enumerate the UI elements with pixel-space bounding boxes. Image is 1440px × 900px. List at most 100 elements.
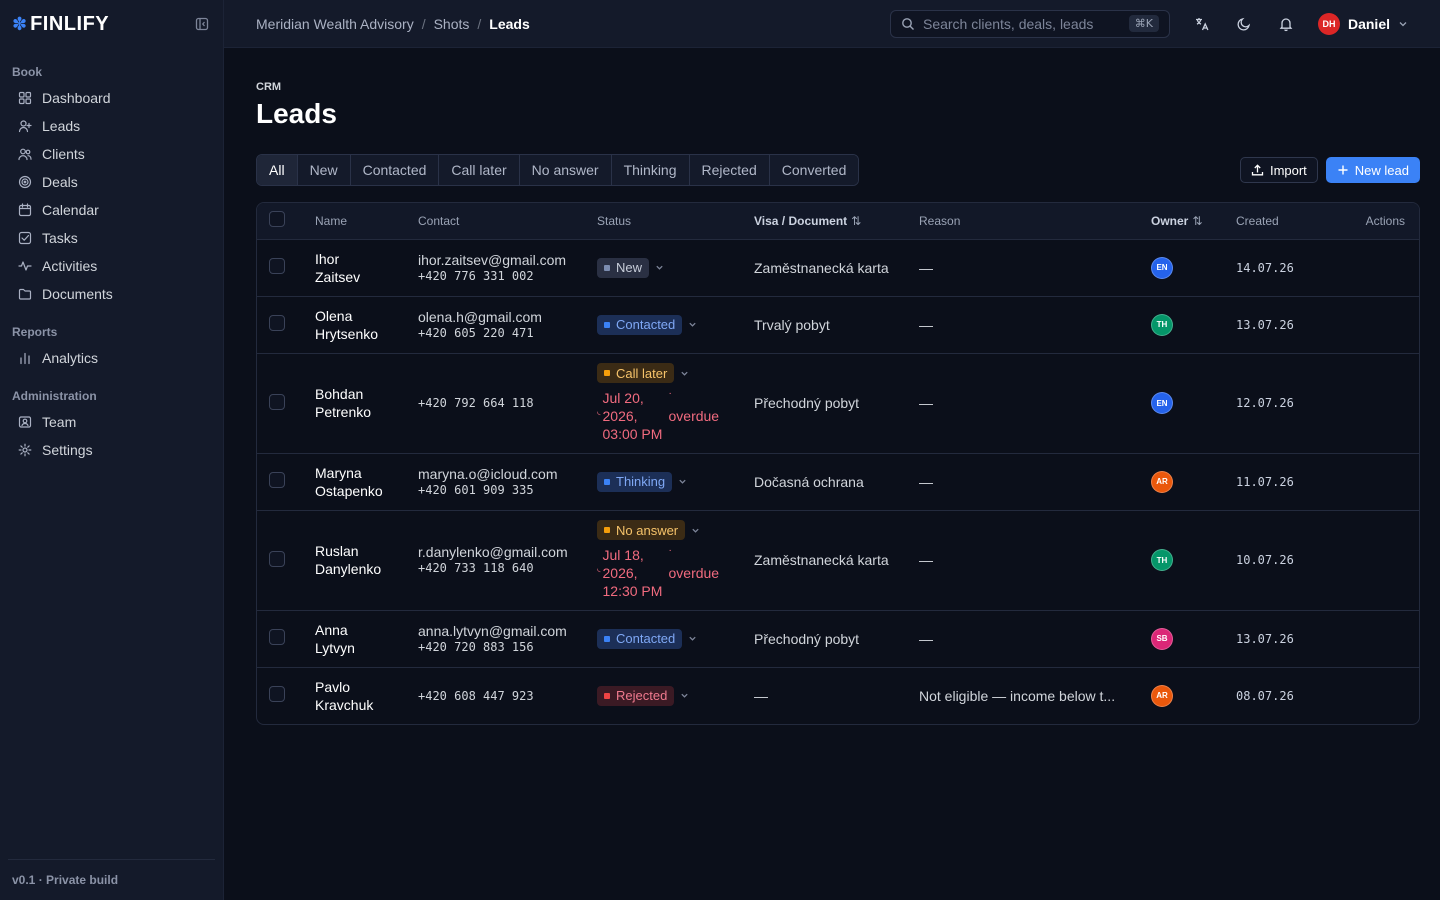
row-checkbox[interactable]: [269, 315, 285, 331]
status-dropdown[interactable]: Call later: [597, 363, 738, 383]
status-label: Rejected: [616, 688, 668, 704]
sidebar-item-label: Calendar: [42, 202, 99, 218]
status-dropdown[interactable]: Thinking: [597, 471, 738, 492]
sort-icon: ⇅: [1192, 213, 1203, 228]
status-dot: [604, 370, 610, 376]
global-search[interactable]: ⌘K: [889, 9, 1170, 38]
contact-phone[interactable]: +420 605 220 471: [418, 325, 581, 341]
user-menu[interactable]: DH Daniel: [1317, 12, 1408, 35]
table-row[interactable]: Ihor Zaitsev ihor.zaitsev@gmail.com +420 7…: [257, 239, 1419, 297]
moon-icon[interactable]: [1234, 14, 1254, 34]
status-dropdown[interactable]: Rejected: [597, 685, 738, 706]
status-dropdown[interactable]: New: [597, 257, 738, 278]
lead-last-name: Petrenko: [315, 404, 372, 420]
sidebar-item-clients[interactable]: Clients: [0, 140, 223, 168]
lead-name[interactable]: Bohdan Petrenko: [315, 385, 402, 421]
sidebar-item-settings[interactable]: Settings: [0, 436, 223, 464]
select-all-checkbox[interactable]: [269, 211, 285, 228]
contact-phone[interactable]: +420 776 331 002: [418, 268, 581, 284]
tab-call-later[interactable]: Call later: [439, 155, 520, 185]
sidebar-item-team[interactable]: Team: [0, 408, 223, 436]
table-row[interactable]: Olena Hrytsenko olena.h@gmail.com +420 605…: [257, 296, 1419, 354]
sidebar-item-calendar[interactable]: Calendar: [0, 196, 223, 224]
created-date: 08.07.26: [1236, 688, 1294, 703]
brand-logo[interactable]: ✽ FINLIFY: [12, 13, 109, 36]
lead-name[interactable]: Ruslan Danylenko: [315, 542, 402, 578]
contact-email[interactable]: maryna.o@icloud.com: [418, 466, 581, 482]
contact-phone[interactable]: +420 792 664 118: [418, 395, 581, 411]
status-dropdown[interactable]: Contacted: [597, 628, 738, 649]
contact-phone[interactable]: +420 601 909 335: [418, 482, 581, 498]
owner-avatar[interactable]: AR: [1151, 470, 1173, 493]
tab-thinking[interactable]: Thinking: [611, 155, 690, 185]
leads-toolbar: All New Contacted Call later No answer Thinki…: [256, 154, 1420, 186]
sidebar-item-dashboard[interactable]: Dashboard: [0, 84, 223, 112]
follow-up-due: ◟ Jul 20, 2026, 03:00 PM · overdue: [597, 389, 738, 443]
table-row[interactable]: Ruslan Danylenko r.danylenko@gmail.com +42…: [257, 510, 1419, 611]
users-icon: [18, 148, 32, 161]
translate-icon[interactable]: [1192, 14, 1212, 34]
sidebar-item-deals[interactable]: Deals: [0, 168, 223, 196]
tab-no-answer[interactable]: No answer: [519, 155, 612, 185]
lead-name[interactable]: Anna Lytvyn: [315, 621, 402, 657]
row-checkbox[interactable]: [269, 686, 285, 703]
contact-phone[interactable]: +420 608 447 923: [418, 688, 581, 704]
contact-email[interactable]: olena.h@gmail.com: [418, 309, 581, 325]
search-input[interactable]: [922, 15, 1121, 32]
lead-name[interactable]: Olena Hrytsenko: [315, 307, 402, 343]
lead-name[interactable]: Maryna Ostapenko: [315, 464, 402, 500]
tab-converted[interactable]: Converted: [769, 155, 859, 185]
owner-avatar[interactable]: TH: [1151, 549, 1173, 571]
status-badge: Contacted: [597, 314, 683, 335]
owner-avatar[interactable]: EN: [1151, 256, 1173, 279]
owner-avatar[interactable]: TH: [1151, 313, 1173, 336]
bell-icon[interactable]: [1276, 14, 1296, 34]
row-checkbox[interactable]: [269, 629, 285, 645]
tab-contacted[interactable]: Contacted: [350, 155, 440, 185]
sidebar-item-documents[interactable]: Documents: [0, 280, 223, 308]
import-button[interactable]: Import: [1239, 157, 1318, 183]
contact-phone[interactable]: +420 720 883 156: [418, 639, 581, 655]
row-checkbox[interactable]: [269, 550, 285, 567]
table-row[interactable]: Maryna Ostapenko maryna.o@icloud.com +420 …: [257, 453, 1419, 511]
table-row[interactable]: Anna Lytvyn anna.lytvyn@gmail.com +420 720…: [257, 610, 1419, 668]
contact-email[interactable]: r.danylenko@gmail.com: [418, 544, 581, 560]
column-visa-sort[interactable]: Visa / Document ⇅: [746, 203, 911, 240]
sidebar-item-analytics[interactable]: Analytics: [0, 344, 223, 372]
tab-new[interactable]: New: [297, 155, 351, 185]
status-dropdown[interactable]: Contacted: [597, 314, 738, 335]
contact-email[interactable]: ihor.zaitsev@gmail.com: [418, 252, 581, 268]
status-dropdown[interactable]: No answer: [597, 520, 738, 540]
created-date: 13.07.26: [1228, 296, 1323, 354]
status-filter-tabs: All New Contacted Call later No answer Thinki…: [256, 154, 860, 186]
table-row[interactable]: Pavlo Kravchuk +420 608 447 923 Rejected …: [257, 667, 1419, 724]
sidebar-item-label: Clients: [42, 146, 85, 162]
sidebar-item-leads[interactable]: Leads: [0, 112, 223, 140]
tab-all[interactable]: All: [257, 155, 298, 185]
breadcrumb-shots[interactable]: Shots: [434, 16, 470, 32]
status-label: Contacted: [616, 631, 676, 646]
lead-name[interactable]: Pavlo Kravchuk: [315, 678, 402, 714]
owner-avatar[interactable]: SB: [1151, 627, 1173, 650]
column-owner-sort[interactable]: Owner ⇅: [1143, 203, 1228, 240]
new-lead-button[interactable]: New lead: [1325, 157, 1420, 183]
table-row[interactable]: Bohdan Petrenko +420 792 664 118 Call lat…: [257, 353, 1419, 454]
row-checkbox[interactable]: [269, 258, 285, 274]
owner-avatar[interactable]: EN: [1151, 392, 1173, 414]
lead-name[interactable]: Ihor Zaitsev: [315, 250, 402, 286]
overdue-label-wrap: · overdue: [669, 546, 720, 582]
collapse-sidebar-icon[interactable]: [193, 15, 211, 33]
owner-avatar[interactable]: AR: [1151, 684, 1173, 707]
nav-section-title: Book: [12, 65, 42, 79]
created-date: 11.07.26: [1228, 453, 1323, 511]
sidebar-item-activities[interactable]: Activities: [0, 252, 223, 280]
contact-email[interactable]: anna.lytvyn@gmail.com: [418, 623, 581, 639]
breadcrumb-org[interactable]: Meridian Wealth Advisory: [256, 16, 414, 32]
contact-phone[interactable]: +420 733 118 640: [418, 560, 581, 576]
breadcrumb-separator: /: [477, 15, 482, 32]
row-checkbox[interactable]: [269, 393, 285, 410]
tab-rejected[interactable]: Rejected: [689, 155, 770, 185]
row-checkbox[interactable]: [269, 472, 285, 488]
sidebar-item-tasks[interactable]: Tasks: [0, 224, 223, 252]
reason: —: [911, 510, 1143, 611]
